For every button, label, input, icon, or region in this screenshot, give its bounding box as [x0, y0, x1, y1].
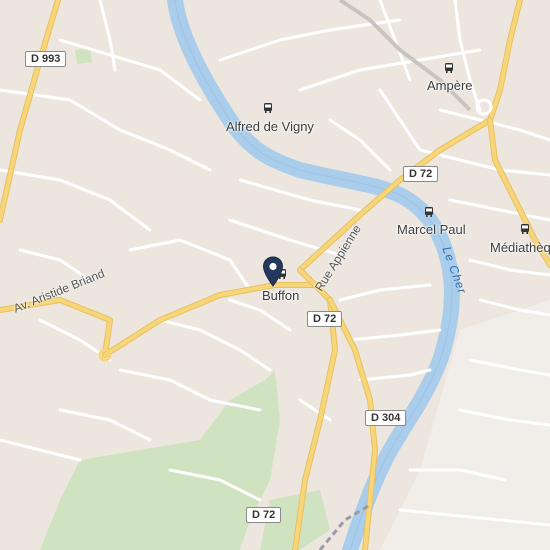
- road-shield-d993: D 993: [25, 51, 67, 67]
- place-label-marcel-paul[interactable]: Marcel Paul: [397, 222, 466, 237]
- road-shield-d72: D 72: [246, 507, 282, 523]
- road-shield-d72: D 72: [307, 311, 343, 327]
- map-view[interactable]: D 993 D 72 D 72 D 304 D 72 Av. Aristide …: [0, 0, 550, 550]
- road-shield-d304: D 304: [365, 410, 407, 426]
- location-pin-icon[interactable]: [262, 256, 284, 288]
- bus-stop-icon[interactable]: [519, 223, 531, 235]
- place-label-ampere[interactable]: Ampère: [427, 78, 473, 93]
- place-label-mediatheque[interactable]: Médiathèq: [490, 240, 550, 255]
- place-label-alfred-de-vigny[interactable]: Alfred de Vigny: [226, 119, 314, 134]
- bus-stop-icon[interactable]: [262, 102, 274, 114]
- road-shield-d72: D 72: [403, 166, 439, 182]
- bus-stop-icon[interactable]: [443, 62, 455, 74]
- bus-stop-icon[interactable]: [423, 206, 435, 218]
- place-label-buffon[interactable]: Buffon: [262, 288, 299, 303]
